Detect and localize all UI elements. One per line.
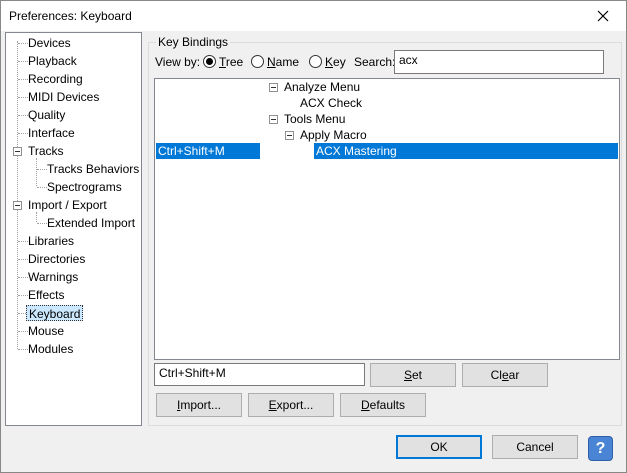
set-mnemonic: S — [403, 368, 412, 382]
view-key-radio[interactable] — [309, 55, 322, 68]
set-button[interactable]: Set — [370, 363, 456, 387]
view-tree-label[interactable]: Tree — [219, 55, 243, 69]
view-key-mnemonic: K — [325, 55, 334, 69]
ok-button[interactable]: OK — [396, 435, 482, 459]
title-bar: Preferences: Keyboard — [1, 1, 626, 31]
apply-macro-collapse-icon[interactable] — [285, 131, 294, 140]
sidebar-item-mouse[interactable]: Mouse — [26, 323, 66, 339]
sidebar-item-effects[interactable]: Effects — [26, 287, 66, 303]
view-name-radio[interactable] — [251, 55, 264, 68]
view-key-label[interactable]: Key — [325, 55, 346, 69]
sidebar-item-recording[interactable]: Recording — [26, 71, 85, 87]
binding-command: Apply Macro — [300, 128, 367, 142]
tree-connector — [17, 41, 18, 349]
search-label: Search: — [354, 55, 396, 69]
key-combination-input[interactable]: Ctrl+Shift+M — [154, 363, 365, 386]
sidebar-item-interface[interactable]: Interface — [26, 125, 77, 141]
preferences-tree[interactable]: Devices Playback Recording MIDI Devices … — [5, 32, 142, 426]
key-bindings-list[interactable]: Analyze Menu ACX Check Tools Menu Apply … — [154, 78, 620, 360]
sidebar-item-tracks[interactable]: Tracks — [26, 143, 66, 159]
import-export-collapse-icon[interactable] — [13, 201, 22, 210]
sidebar-item-warnings[interactable]: Warnings — [26, 269, 80, 285]
sidebar-item-tracks-behaviors[interactable]: Tracks Behaviors — [45, 161, 141, 177]
help-icon: ? — [595, 440, 606, 457]
cancel-button[interactable]: Cancel — [492, 435, 578, 459]
sidebar-item-playback[interactable]: Playback — [26, 53, 79, 69]
sidebar-item-import-export[interactable]: Import / Export — [26, 197, 109, 213]
sidebar-item-directories[interactable]: Directories — [26, 251, 87, 267]
view-name-mnemonic: N — [267, 55, 276, 69]
sidebar-item-midi-devices[interactable]: MIDI Devices — [26, 89, 101, 105]
view-key-rest: ey — [333, 55, 346, 69]
sidebar-item-spectrograms[interactable]: Spectrograms — [45, 179, 124, 195]
clear-button[interactable]: Clear — [462, 363, 548, 387]
tree-connector — [36, 158, 37, 186]
close-button[interactable] — [580, 1, 626, 31]
clear-rest: ar — [508, 368, 520, 382]
tools-menu-collapse-icon[interactable] — [269, 115, 278, 124]
binding-key-cell[interactable]: Ctrl+Shift+M — [156, 143, 260, 159]
search-input[interactable]: acx — [394, 50, 604, 74]
defaults-mnemonic: D — [360, 398, 370, 412]
sidebar-item-devices[interactable]: Devices — [26, 35, 73, 51]
export-rest: xport... — [276, 398, 314, 412]
binding-command: Analyze Menu — [284, 80, 361, 94]
sidebar-item-quality[interactable]: Quality — [26, 107, 67, 123]
tracks-collapse-icon[interactable] — [13, 147, 22, 156]
binding-row-tools-menu[interactable]: Tools Menu — [284, 111, 345, 127]
key-bindings-label: Key Bindings — [156, 35, 231, 49]
binding-command: Tools Menu — [284, 112, 346, 126]
import-button[interactable]: Import... — [156, 393, 242, 417]
sidebar-item-libraries[interactable]: Libraries — [26, 233, 76, 249]
binding-row-acx-check[interactable]: ACX Check — [300, 95, 362, 111]
export-mnemonic: E — [268, 398, 277, 412]
sidebar-item-extended-import[interactable]: Extended Import — [45, 215, 137, 231]
clear-pre: Cl — [490, 368, 502, 382]
binding-row-analyze-menu[interactable]: Analyze Menu — [284, 79, 360, 95]
view-tree-mnemonic: T — [219, 55, 226, 69]
view-name-label[interactable]: Name — [267, 55, 299, 69]
clear-mnemonic: e — [501, 368, 509, 382]
sidebar-item-modules[interactable]: Modules — [26, 341, 75, 357]
binding-row-acx-mastering[interactable]: ACX Mastering — [314, 143, 618, 159]
import-rest: mport... — [180, 398, 222, 412]
view-name-rest: ame — [275, 55, 300, 69]
close-icon — [597, 10, 609, 22]
help-button[interactable]: ? — [588, 436, 613, 461]
sidebar-item-keyboard[interactable]: Keyboard — [26, 305, 84, 321]
defaults-button[interactable]: Defaults — [340, 393, 426, 417]
analyze-menu-collapse-icon[interactable] — [269, 83, 278, 92]
window-title: Preferences: Keyboard — [9, 9, 132, 23]
defaults-rest: efaults — [369, 398, 406, 412]
tree-connector — [36, 212, 37, 222]
view-tree-radio[interactable] — [203, 55, 216, 68]
binding-command: ACX Check — [300, 96, 363, 110]
set-rest: et — [412, 368, 423, 382]
export-button[interactable]: Export... — [248, 393, 334, 417]
view-by-label: View by: — [155, 55, 201, 69]
binding-row-apply-macro[interactable]: Apply Macro — [300, 127, 367, 143]
preferences-window: Preferences: Keyboard Devices Playback R… — [0, 0, 627, 473]
view-tree-rest: ree — [225, 55, 244, 69]
